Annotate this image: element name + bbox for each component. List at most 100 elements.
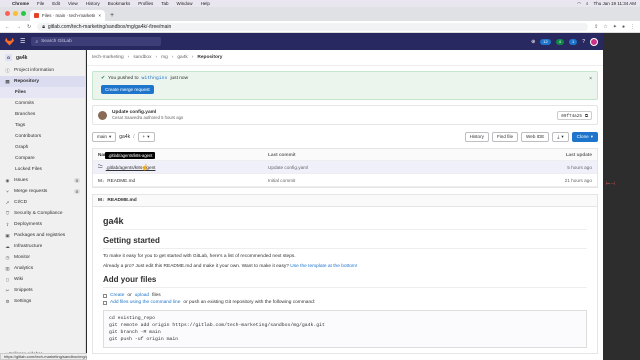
sidebar-item-security[interactable]: ⛉ Security & Compliance [0, 208, 85, 219]
sidebar-sub-graph[interactable]: Graph [0, 142, 85, 153]
breadcrumb-subgroup[interactable]: sandbox [133, 55, 151, 60]
file-link[interactable]: README.md [107, 178, 135, 183]
help-icon[interactable]: ? [582, 39, 585, 45]
search-input[interactable]: ⌕ Search GitLab [31, 37, 162, 46]
forward-icon[interactable]: → [16, 24, 21, 30]
sidebar-item-wiki[interactable]: ▯ Wiki [0, 274, 85, 285]
shield-icon: ⛉ [5, 211, 10, 216]
hamburger-menu-icon[interactable]: ☰ [20, 38, 25, 45]
find-file-button[interactable]: Find file [491, 131, 519, 142]
sidebar-item-infrastructure[interactable]: ☁ Infrastructure [0, 241, 85, 252]
file-table-header: Name Last commit Last update [93, 149, 597, 161]
more-menu-icon[interactable]: ⋮ [630, 24, 635, 30]
breadcrumb-current[interactable]: Repository [197, 55, 222, 60]
bookmark-star-icon[interactable]: ☆ [603, 24, 607, 30]
sidebar-item-project-information[interactable]: ⓘ Project information [0, 65, 85, 76]
chevron-down-icon: ▾ [561, 133, 564, 139]
add-to-tree-button[interactable]: + ▾ [137, 131, 155, 142]
web-ide-button[interactable]: Web IDE [521, 131, 550, 142]
repo-path[interactable]: ga4k [119, 134, 130, 140]
sidebar-item-monitor[interactable]: ◷ Monitor [0, 252, 85, 263]
breadcrumb-mg[interactable]: mg [161, 55, 168, 60]
commit-sha-button[interactable]: 09f74a25 ⧉ [557, 110, 592, 120]
extensions-icon[interactable]: ✦ [613, 24, 617, 30]
create-link[interactable]: Create [110, 293, 124, 298]
menubar-tab[interactable]: Tab [161, 1, 168, 6]
menubar-datetime[interactable]: Thu Jan 19 11:34 AM [594, 1, 636, 6]
sidebar-item-packages[interactable]: ▣ Packages and registries [0, 230, 85, 241]
upload-link[interactable]: upload [135, 293, 149, 298]
user-avatar[interactable] [590, 37, 598, 46]
checkbox[interactable] [103, 293, 107, 298]
sidebar-sub-locked-files[interactable]: Locked Files [0, 164, 85, 175]
row-last-commit[interactable]: Initial commit [268, 178, 532, 183]
branch-selector[interactable]: main ▾ [92, 131, 117, 142]
commit-author[interactable]: Cesar Saavedra [112, 115, 142, 120]
new-tab-icon[interactable]: + [110, 12, 114, 19]
menubar-file[interactable]: File [37, 1, 44, 6]
row-last-update: 21 hours ago [564, 177, 592, 183]
sidebar-item-label: Project information [14, 68, 54, 73]
profile-icon[interactable]: ● [622, 24, 625, 30]
menubar-app-name[interactable]: Chrome [12, 1, 29, 6]
menubar-bookmarks[interactable]: Bookmarks [108, 1, 131, 6]
sidebar-item-repository[interactable]: ▤ Repository [0, 76, 85, 87]
history-button[interactable]: History [464, 131, 489, 142]
gitlab-logo-icon[interactable] [5, 37, 14, 46]
copy-icon[interactable]: ⧉ [585, 112, 588, 119]
create-merge-request-button[interactable]: Create merge request [101, 85, 154, 94]
row-last-commit[interactable]: Update config.yaml [268, 165, 532, 170]
address-bar[interactable]: 🔒︎ gitlab.com/tech-marketing/sandbox/mg/… [37, 22, 589, 31]
sidebar-item-snippets[interactable]: ✂ Snippets [0, 285, 85, 296]
alert-branch[interactable]: withngins [142, 76, 168, 81]
back-icon[interactable]: ← [5, 24, 10, 30]
maximize-window-icon[interactable] [21, 11, 26, 16]
sidebar-item-merge-requests[interactable]: ⑂ Merge requests 0 [0, 186, 85, 197]
breadcrumb-group[interactable]: tech-marketing [92, 55, 124, 60]
template-link[interactable]: Use the template at the bottom! [290, 264, 357, 269]
search-icon[interactable]: ⌕ [586, 1, 589, 6]
sidebar-sub-tags[interactable]: Tags [0, 120, 85, 131]
mr-count-badge[interactable]: 4 [555, 38, 564, 45]
reload-icon[interactable]: ↻ [27, 24, 31, 30]
table-row[interactable]: M↓ README.md Initial commit 21 hours ago [93, 174, 597, 187]
menubar-window[interactable]: Window [177, 1, 193, 6]
menubar-help[interactable]: Help [201, 1, 210, 6]
close-icon[interactable]: × [589, 76, 592, 82]
download-button[interactable]: ⤓ ▾ [552, 131, 569, 142]
sidebar-item-issues[interactable]: ◉ Issues 0 [0, 175, 85, 186]
sidebar-item-analytics[interactable]: ▥ Analytics [0, 263, 85, 274]
checkbox[interactable] [103, 300, 107, 305]
menubar-view[interactable]: View [68, 1, 78, 6]
sidebar-item-deployments[interactable]: ⇪ Deployments [0, 219, 85, 230]
create-new-icon[interactable]: ⊕ [531, 39, 535, 45]
menubar-profiles[interactable]: Profiles [138, 1, 153, 6]
avatar[interactable] [98, 110, 107, 120]
close-window-icon[interactable] [5, 11, 10, 16]
wifi-icon[interactable]: ◠ [577, 1, 581, 7]
breadcrumb-project[interactable]: ga4k [177, 55, 187, 60]
table-row[interactable]: .gitlab/agents/k8s-agent 🗀︎ .gitlab/agen… [93, 152, 597, 174]
clone-button[interactable]: Clone ▾ [571, 131, 598, 142]
sidebar-sub-branches[interactable]: Branches [0, 109, 85, 120]
close-tab-icon[interactable]: × [98, 13, 101, 18]
todo-count-badge[interactable]: 1 [568, 38, 578, 45]
browser-tab[interactable]: Files · main · tech-marketing / ... × [30, 10, 105, 21]
browser-toolbar: ← → ↻ 🔒︎ gitlab.com/tech-marketing/sandb… [0, 21, 640, 33]
monitor-icon: ◷ [5, 254, 10, 260]
command-line-link[interactable]: Add files using the command line [110, 300, 180, 305]
menubar-history[interactable]: History [86, 1, 100, 6]
sidebar-item-cicd[interactable]: ➚ CI/CD [0, 197, 85, 208]
readme-filename[interactable]: README.md [107, 198, 136, 203]
menubar-edit[interactable]: Edit [52, 1, 60, 6]
issues-count-badge[interactable]: 12 [540, 38, 551, 45]
sidebar-sub-files[interactable]: Files [0, 87, 85, 98]
sidebar-item-label: Analytics [14, 266, 34, 271]
sidebar-project-header[interactable]: G ga4k [0, 50, 85, 65]
share-icon[interactable]: ⇪ [594, 24, 598, 30]
sidebar-sub-commits[interactable]: Commits [0, 98, 85, 109]
minimize-window-icon[interactable] [13, 11, 18, 16]
sidebar-item-settings[interactable]: ⚙ Settings [0, 296, 85, 307]
sidebar-sub-compare[interactable]: Compare [0, 153, 85, 164]
sidebar-sub-contributors[interactable]: Contributors [0, 131, 85, 142]
